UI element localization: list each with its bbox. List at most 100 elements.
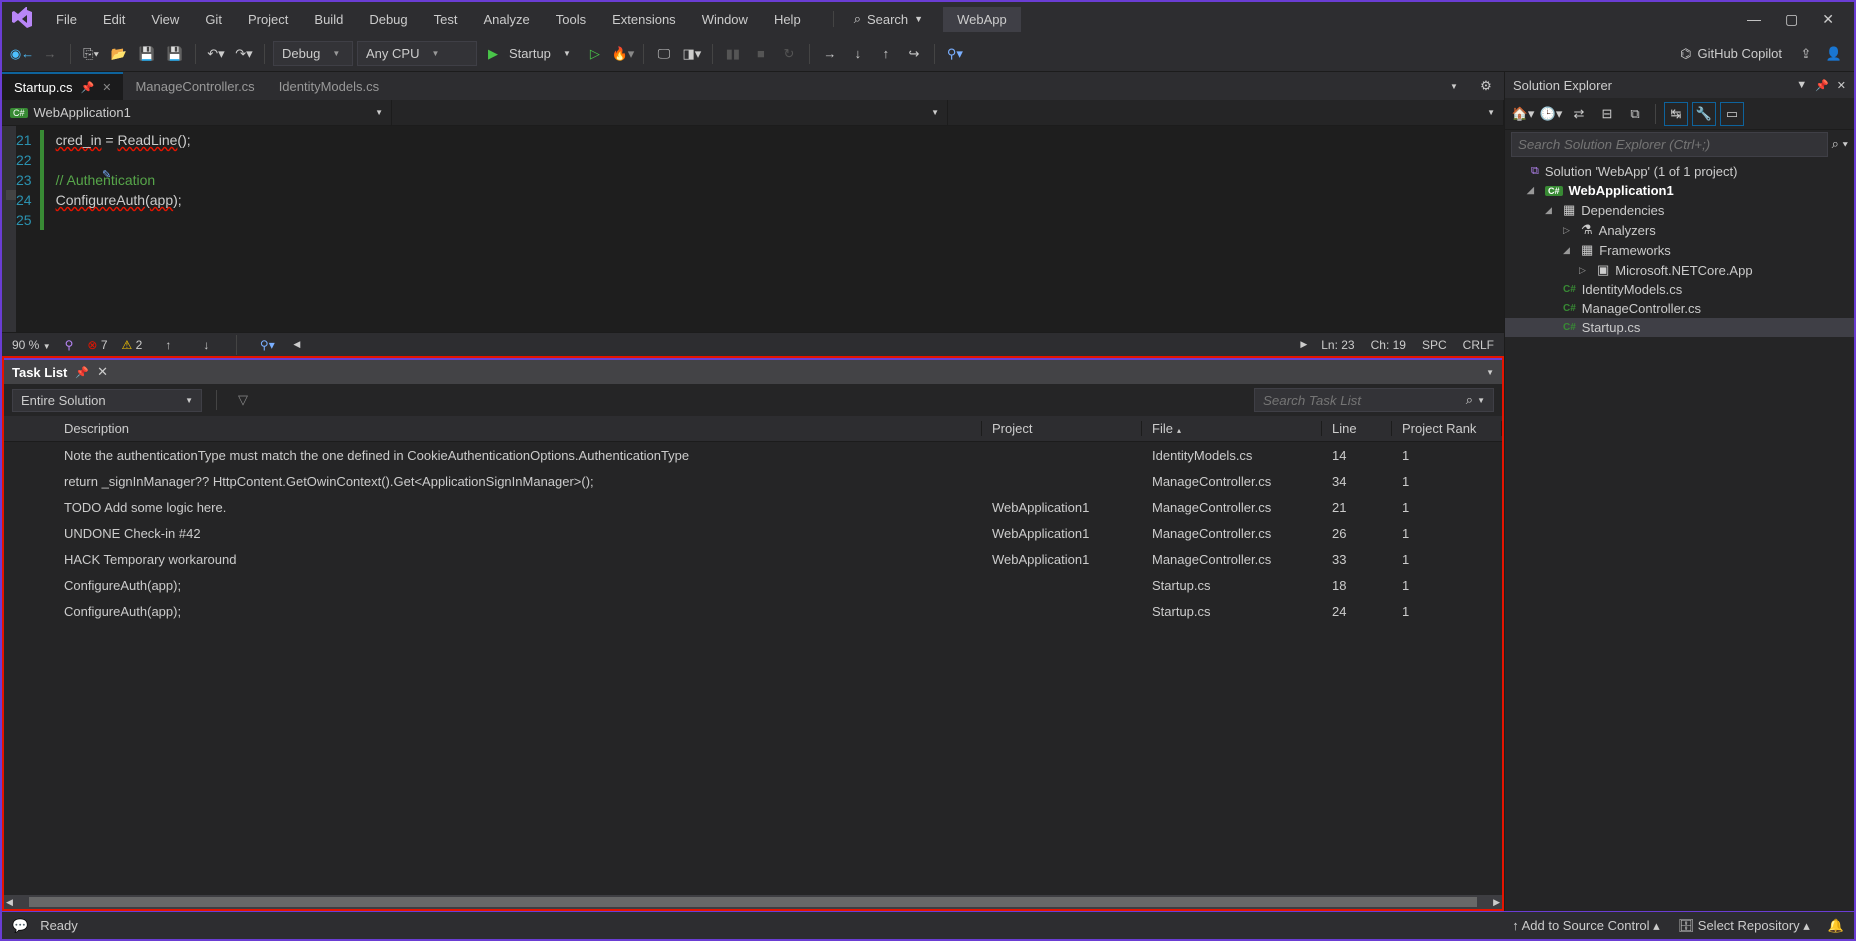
task-column-header[interactable]: Project [982, 421, 1142, 436]
menu-build[interactable]: Build [302, 6, 355, 33]
pin-icon[interactable]: 📌 [75, 366, 89, 379]
task-search-input[interactable] [1263, 393, 1466, 408]
save-button[interactable]: 💾 [135, 42, 159, 66]
file-node[interactable]: C#Startup.cs [1505, 318, 1854, 337]
save-all-button[interactable]: 💾 [163, 42, 187, 66]
task-row[interactable]: UNDONE Check-in #42WebApplication1Manage… [4, 520, 1502, 546]
debug-pause-button[interactable]: ▮▮ [721, 42, 745, 66]
add-source-control-button[interactable]: ↑ Add to Source Control ▴ [1512, 918, 1659, 934]
start-nodbg-button[interactable]: ▷ [583, 42, 607, 66]
line-indicator[interactable]: Ln: 23 [1321, 338, 1354, 352]
history-button[interactable]: 🕒▾ [1539, 102, 1563, 126]
intellicode-status-icon[interactable]: ⚲ [65, 338, 74, 352]
close-explorer-button[interactable]: ✕ [1837, 79, 1846, 92]
close-panel-button[interactable]: ✕ [97, 364, 108, 380]
hscroll-left-icon[interactable]: ◀ [293, 339, 300, 350]
task-column-header[interactable]: Project Rank [1392, 421, 1502, 436]
zoom-combo[interactable]: 90 % ▼ [12, 338, 51, 352]
menu-analyze[interactable]: Analyze [471, 6, 541, 33]
browser-link-button[interactable]: 🖵 [652, 42, 676, 66]
col-indicator[interactable]: Ch: 19 [1371, 338, 1406, 352]
task-search[interactable]: ⌕ ▼ [1254, 388, 1494, 412]
panel-options-dropdown[interactable]: ▼ [1486, 368, 1494, 377]
search-button[interactable]: ⌕ Search ▼ [833, 11, 923, 27]
debug-stop-button[interactable]: ■ [749, 42, 773, 66]
project-nav-combo[interactable]: C# WebApplication1 ▼ [2, 100, 392, 125]
task-row[interactable]: TODO Add some logic here.WebApplication1… [4, 494, 1502, 520]
pin-icon[interactable]: 📌 [81, 81, 95, 94]
sync-button[interactable]: ↹ [1664, 102, 1688, 126]
share-button[interactable]: ⇪ [1794, 42, 1818, 66]
configuration-combo[interactable]: Debug▼ [273, 41, 353, 66]
open-button[interactable]: 📂 [107, 42, 131, 66]
task-row[interactable]: HACK Temporary workaroundWebApplication1… [4, 546, 1502, 572]
expand-collapse-icon[interactable] [6, 190, 16, 200]
horizontal-scrollbar[interactable]: ◀ ▶ [4, 895, 1502, 909]
select-repo-button[interactable]: 🗄 Select Repository ▴ [1678, 918, 1810, 934]
debug-restart-button[interactable]: ↻ [777, 42, 801, 66]
step-out2-button[interactable]: ↪ [902, 42, 926, 66]
explorer-search-input[interactable] [1511, 132, 1828, 157]
step-into-button[interactable]: ↓ [846, 42, 870, 66]
collapse-all-button[interactable]: ⊟ [1595, 102, 1619, 126]
close-button[interactable]: ✕ [1822, 11, 1834, 28]
task-row[interactable]: ConfigureAuth(app);Startup.cs181 [4, 572, 1502, 598]
menu-test[interactable]: Test [422, 6, 470, 33]
menu-git[interactable]: Git [193, 6, 234, 33]
active-files-dropdown[interactable]: ▼ [1442, 74, 1466, 98]
task-column-header[interactable]: Description [54, 421, 982, 436]
task-column-header[interactable]: Line [1322, 421, 1392, 436]
close-tab-button[interactable]: ✕ [102, 81, 111, 94]
hscroll-right-icon[interactable]: ▶ [1300, 339, 1307, 350]
menu-extensions[interactable]: Extensions [600, 6, 688, 33]
frameworks-node[interactable]: ◢▦ Frameworks [1505, 240, 1854, 260]
member-nav-combo[interactable]: ▼ [948, 100, 1504, 125]
menu-window[interactable]: Window [690, 6, 760, 33]
copilot-button[interactable]: ⌬ GitHub Copilot [1672, 42, 1790, 66]
nav-back-button[interactable]: ◉← [10, 42, 34, 66]
menu-file[interactable]: File [44, 6, 89, 33]
pin-icon[interactable]: 📌 [1815, 79, 1829, 92]
switch-views-button[interactable]: ⇄ [1567, 102, 1591, 126]
maximize-button[interactable]: ▢ [1785, 11, 1798, 28]
redo-button[interactable]: ↷▾ [232, 42, 256, 66]
task-row[interactable]: Note the authenticationType must match t… [4, 442, 1502, 468]
analyzers-node[interactable]: ▷⚗ Analyzers [1505, 220, 1854, 240]
scope-combo[interactable]: Entire Solution▼ [12, 389, 202, 412]
start-target-dropdown[interactable]: ▼ [555, 42, 579, 66]
menu-help[interactable]: Help [762, 6, 813, 33]
file-node[interactable]: C#ManageController.cs [1505, 299, 1854, 318]
menu-tools[interactable]: Tools [544, 6, 598, 33]
undo-button[interactable]: ↶▾ [204, 42, 228, 66]
show-all-button[interactable]: ⧉ [1623, 102, 1647, 126]
eol-indicator[interactable]: CRLF [1463, 338, 1494, 352]
step-out-button[interactable]: ↑ [874, 42, 898, 66]
configure-tabs-button[interactable]: ⚙ [1474, 74, 1498, 98]
start-debug-button[interactable]: ▶ [481, 42, 505, 66]
task-column-header[interactable]: File▴ [1142, 421, 1322, 436]
next-issue-button[interactable]: ↓ [194, 333, 218, 357]
new-project-button[interactable]: ⎘▾ [79, 42, 103, 66]
file-tab[interactable]: Startup.cs📌✕ [2, 72, 123, 100]
home-button[interactable]: 🏠▾ [1511, 102, 1535, 126]
warning-count[interactable]: ⚠ 2 [122, 338, 143, 352]
file-tab[interactable]: IdentityModels.cs [267, 72, 391, 100]
properties-button[interactable]: 🔧 [1692, 102, 1716, 126]
menu-debug[interactable]: Debug [357, 6, 419, 33]
feedback-icon[interactable]: 💬 [12, 918, 28, 934]
search-options-dropdown[interactable]: ▼ [1477, 396, 1485, 405]
filter-button[interactable]: ▽ [231, 388, 255, 412]
type-nav-combo[interactable]: ▼ [392, 100, 948, 125]
menu-project[interactable]: Project [236, 6, 300, 33]
cleanup-button[interactable]: ⚲▾ [255, 333, 279, 357]
account-button[interactable]: 👤 [1822, 42, 1846, 66]
code-editor[interactable]: 2122232425 cred_in = ReadLine(); // Auth… [2, 126, 1504, 332]
notifications-button[interactable]: 🔔 [1828, 918, 1844, 934]
solution-explorer-search[interactable]: ⌕ ▾ [1505, 130, 1854, 158]
solution-node[interactable]: ⧉ Solution 'WebApp' (1 of 1 project) [1505, 162, 1854, 181]
error-count[interactable]: ⊗ 7 [87, 338, 107, 352]
minimize-button[interactable]: — [1747, 11, 1761, 28]
menu-view[interactable]: View [139, 6, 191, 33]
window-pos-dropdown[interactable]: ▼ [1796, 79, 1807, 92]
file-tab[interactable]: ManageController.cs [123, 72, 266, 100]
